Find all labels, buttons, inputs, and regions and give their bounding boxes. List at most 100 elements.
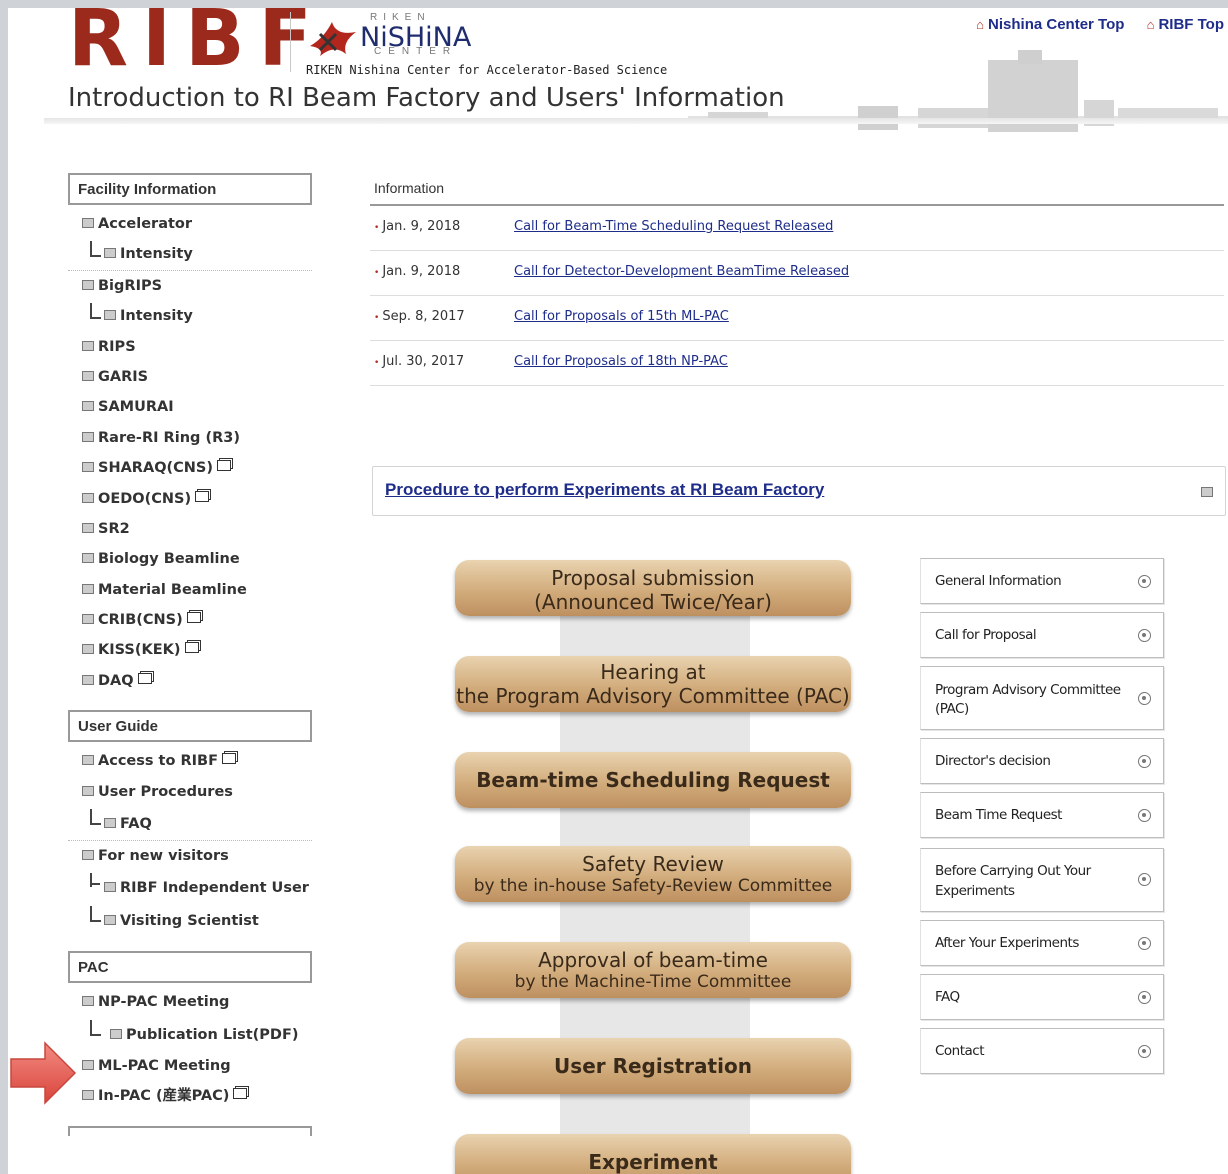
sidebar-item-new-visitors[interactable]: For new visitors (68, 841, 312, 871)
sidebar-item-faq[interactable]: FAQ (68, 807, 312, 842)
nishina-top-link[interactable]: ⌂ Nishina Center Top (976, 16, 1124, 33)
circle-arrow-icon (1138, 755, 1151, 768)
nishina-logo-icon[interactable] (306, 16, 362, 58)
home-icon: ⌂ (1146, 17, 1155, 32)
bullet-square-icon (82, 850, 94, 861)
circle-arrow-icon (1138, 937, 1151, 950)
sidebar-item-label: CRIB(CNS) (98, 612, 183, 629)
news-link[interactable]: Call for Detector-Development BeamTime R… (514, 251, 849, 293)
menu-directors-decision[interactable]: Director's decision (920, 738, 1164, 784)
sidebar-item-access[interactable]: Access to RIBF (68, 746, 312, 776)
sidebar-heading-user-guide[interactable]: User Guide (68, 710, 312, 743)
sidebar-item-bigrips[interactable]: BigRIPS (68, 271, 312, 301)
menu-beam-time-request[interactable]: Beam Time Request (920, 792, 1164, 838)
sidebar-item-label: Rare-RI Ring (R3) (98, 429, 240, 446)
sidebar-item-kiss[interactable]: KISS(KEK) (68, 635, 312, 665)
sidebar-item-label: Publication List(PDF) (126, 1026, 299, 1043)
menu-label: Director's decision (935, 753, 1051, 769)
flow-step-pac-hearing[interactable]: Hearing at the Program Advisory Committee… (455, 656, 851, 712)
sidebar-item-bigrips-intensity[interactable]: Intensity (68, 301, 312, 331)
sidebar-item-rips[interactable]: RIPS (68, 332, 312, 362)
sidebar-item-oedo[interactable]: OEDO(CNS) (68, 484, 312, 514)
sidebar-item-biology-beamline[interactable]: Biology Beamline (68, 544, 312, 574)
flow-step-title: Beam-time Scheduling Request (476, 768, 830, 792)
tree-branch-icon (90, 241, 101, 258)
sidebar-item-daq[interactable]: DAQ (68, 666, 312, 696)
sidebar-item-label: SHARAQ(CNS) (98, 460, 213, 477)
bullet-square-icon (82, 279, 94, 290)
bullet-square-icon (104, 882, 116, 893)
flow-step-safety-review[interactable]: Safety Review by the in-house Safety-Revi… (455, 846, 851, 902)
flow-step-scheduling-request[interactable]: Beam-time Scheduling Request (455, 752, 851, 808)
sidebar-item-np-pac[interactable]: NP-PAC Meeting (68, 987, 312, 1017)
sidebar-item-sr2[interactable]: SR2 (68, 514, 312, 544)
collapse-icon[interactable] (1201, 487, 1213, 497)
sidebar-item-accelerator[interactable]: Accelerator (68, 209, 312, 239)
menu-call-for-proposal[interactable]: Call for Proposal (920, 612, 1164, 658)
sidebar-heading-next (68, 1125, 312, 1136)
ribf-logo[interactable]: RIBF (68, 8, 326, 78)
flow-step-beamtime-approval[interactable]: Approval of beam-time by the Machine-Time… (455, 942, 851, 998)
sidebar-item-material-beamline[interactable]: Material Beamline (68, 575, 312, 605)
sidebar-item-crib[interactable]: CRIB(CNS) (68, 605, 312, 635)
sidebar-item-label: Visiting Scientist (120, 913, 259, 930)
sidebar-heading-facility[interactable]: Facility Information (68, 173, 312, 205)
news-date: Jul. 30, 2017 (374, 341, 464, 384)
sidebar-item-label: Intensity (120, 246, 193, 263)
sidebar-item-label: In-PAC (産業PAC) (98, 1088, 230, 1105)
sidebar-item-label: KISS(KEK) (98, 642, 181, 659)
news-link[interactable]: Call for Proposals of 15th ML-PAC (514, 296, 729, 338)
ribf-top-label: RIBF Top (1158, 16, 1224, 33)
sidebar-item-in-pac[interactable]: In-PAC (産業PAC) (68, 1081, 312, 1111)
news-row: Jul. 30, 2017 Call for Proposals of 18th … (370, 341, 1224, 386)
flow-step-title: Approval of beam-time (538, 948, 768, 972)
sidebar-item-independent-user[interactable]: RIBF Independent User (68, 871, 312, 904)
bullet-square-icon (82, 583, 94, 594)
sidebar-item-samurai[interactable]: SAMURAI (68, 392, 312, 422)
bullet-square-icon (104, 818, 116, 829)
sidebar-item-visiting-scientist[interactable]: Visiting Scientist (68, 904, 312, 937)
sidebar-item-label: Material Beamline (98, 581, 247, 598)
circle-arrow-icon (1138, 809, 1151, 822)
news-row: Sep. 8, 2017 Call for Proposals of 15th M… (370, 296, 1224, 341)
user-guide-list: Access to RIBF User Procedures FAQ For n… (68, 746, 312, 937)
sidebar-item-label: Accelerator (98, 216, 193, 232)
sidebar-item-garis[interactable]: GARIS (68, 362, 312, 392)
menu-contact[interactable]: Contact (920, 1028, 1164, 1074)
procedure-link[interactable]: Procedure to perform Experiments at RI B… (385, 480, 824, 500)
bullet-square-icon (104, 915, 116, 926)
sidebar-item-sharaq[interactable]: SHARAQ(CNS) (68, 453, 312, 483)
sidebar-item-label: GARIS (98, 368, 149, 385)
news-link[interactable]: Call for Proposals of 18th NP-PAC (514, 341, 728, 383)
ribf-top-link[interactable]: ⌂ RIBF Top (1147, 16, 1224, 33)
bullet-square-icon (82, 1059, 94, 1070)
news-link[interactable]: Call for Beam-Time Scheduling Request Re… (514, 206, 833, 248)
sidebar-item-label: User Procedures (98, 783, 233, 800)
menu-after-experiments[interactable]: After Your Experiments (920, 920, 1164, 966)
flow-step-proposal-submission[interactable]: Proposal submission (Announced Twice/Year… (455, 560, 851, 616)
external-window-icon (195, 490, 210, 502)
flow-step-user-registration[interactable]: User Registration (455, 1038, 851, 1094)
sidebar-item-ml-pac[interactable]: ML-PAC Meeting (68, 1051, 312, 1081)
menu-general-information[interactable]: General Information (920, 558, 1164, 604)
sidebar-item-publication-list[interactable]: Publication List(PDF) (68, 1018, 312, 1051)
sidebar-item-accelerator-intensity[interactable]: Intensity (68, 239, 312, 271)
sidebar-item-label: RIPS (98, 338, 136, 355)
tree-branch-icon (90, 906, 101, 923)
sidebar-heading-pac[interactable]: PAC (68, 951, 312, 984)
external-window-icon (184, 642, 199, 654)
bullet-square-icon (82, 462, 94, 473)
menu-faq[interactable]: FAQ (920, 974, 1164, 1020)
sidebar-item-rare-ri-ring[interactable]: Rare-RI Ring (R3) (68, 423, 312, 453)
bullet-square-icon (82, 755, 94, 766)
menu-label: FAQ (935, 989, 960, 1005)
flow-step-title: Experiment (588, 1150, 718, 1174)
menu-program-advisory-committee[interactable]: Program Advisory Committee (PAC) (920, 666, 1164, 730)
external-window-icon (186, 612, 201, 624)
sidebar-item-user-procedures[interactable]: User Procedures (68, 777, 312, 807)
bullet-square-icon (110, 1028, 122, 1039)
flow-step-experiment[interactable]: Experiment (455, 1134, 851, 1174)
news-date: Jan. 9, 2018 (374, 251, 460, 294)
menu-label: Call for Proposal (935, 627, 1037, 643)
menu-before-experiments[interactable]: Before Carrying Out Your Experiments (920, 848, 1164, 912)
